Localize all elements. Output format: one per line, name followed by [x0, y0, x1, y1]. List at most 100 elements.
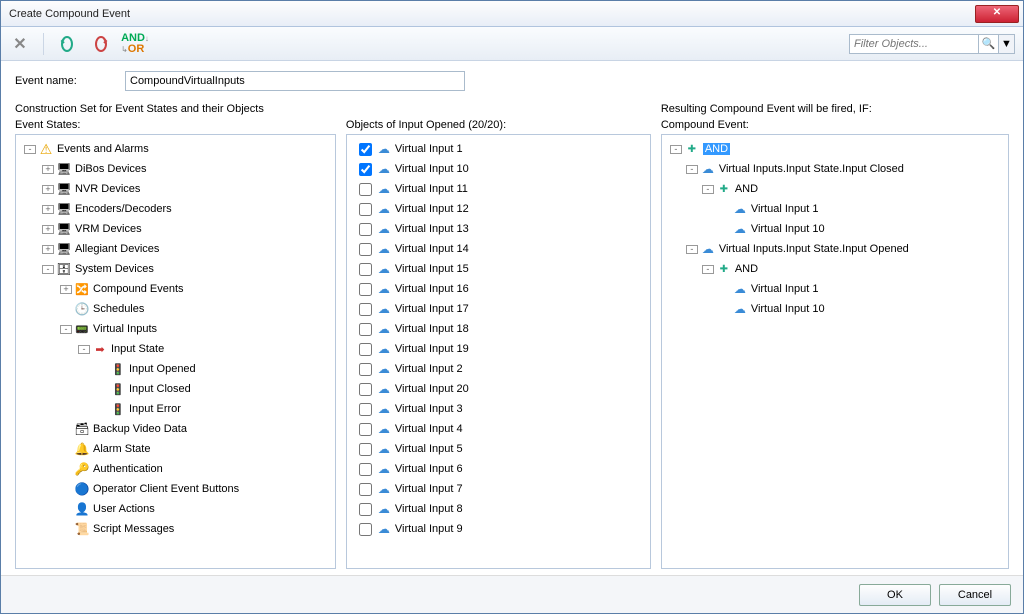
- delete-button[interactable]: ✕: [9, 33, 31, 55]
- expand-toggle[interactable]: +: [60, 285, 72, 294]
- list-item[interactable]: Virtual Input 15: [349, 259, 648, 279]
- object-checkbox[interactable]: [359, 263, 372, 276]
- compound-node[interactable]: -AND: [664, 179, 1006, 199]
- tree-node[interactable]: Operator Client Event Buttons: [18, 479, 333, 499]
- object-checkbox[interactable]: [359, 463, 372, 476]
- object-checkbox[interactable]: [359, 523, 372, 536]
- object-checkbox[interactable]: [359, 443, 372, 456]
- compound-node[interactable]: -Virtual Inputs.Input State.Input Opened: [664, 239, 1006, 259]
- expand-toggle[interactable]: -: [78, 345, 90, 354]
- tree-node[interactable]: +VRM Devices: [18, 219, 333, 239]
- compound-tree[interactable]: -AND-Virtual Inputs.Input State.Input Cl…: [661, 134, 1009, 569]
- titlebar[interactable]: Create Compound Event ✕: [1, 1, 1023, 27]
- tree-node[interactable]: Backup Video Data: [18, 419, 333, 439]
- list-item[interactable]: Virtual Input 19: [349, 339, 648, 359]
- list-item[interactable]: Virtual Input 5: [349, 439, 648, 459]
- object-checkbox[interactable]: [359, 223, 372, 236]
- tree-node[interactable]: -Input State: [18, 339, 333, 359]
- event-name-input[interactable]: [125, 71, 465, 91]
- list-item[interactable]: Virtual Input 13: [349, 219, 648, 239]
- list-item[interactable]: Virtual Input 16: [349, 279, 648, 299]
- tree-node[interactable]: Alarm State: [18, 439, 333, 459]
- expand-toggle[interactable]: -: [702, 185, 714, 194]
- expand-toggle[interactable]: +: [42, 165, 54, 174]
- object-checkbox[interactable]: [359, 283, 372, 296]
- compound-node[interactable]: -AND: [664, 139, 1006, 159]
- expand-toggle[interactable]: +: [42, 185, 54, 194]
- tree-node[interactable]: -System Devices: [18, 259, 333, 279]
- object-checkbox[interactable]: [359, 143, 372, 156]
- tree-node[interactable]: User Actions: [18, 499, 333, 519]
- filter-dropdown[interactable]: ▼: [999, 34, 1015, 54]
- expand-toggle[interactable]: -: [42, 265, 54, 274]
- object-checkbox[interactable]: [359, 363, 372, 376]
- cancel-button[interactable]: Cancel: [939, 584, 1011, 606]
- object-checkbox[interactable]: [359, 383, 372, 396]
- list-item[interactable]: Virtual Input 10: [349, 159, 648, 179]
- object-checkbox[interactable]: [359, 343, 372, 356]
- tree-node[interactable]: Input Closed: [18, 379, 333, 399]
- tree-node[interactable]: Authentication: [18, 459, 333, 479]
- object-checkbox[interactable]: [359, 503, 372, 516]
- tree-node[interactable]: +Compound Events: [18, 279, 333, 299]
- compound-node[interactable]: Virtual Input 10: [664, 219, 1006, 239]
- list-item[interactable]: Virtual Input 4: [349, 419, 648, 439]
- object-checkbox[interactable]: [359, 323, 372, 336]
- list-item[interactable]: Virtual Input 8: [349, 499, 648, 519]
- tree-node[interactable]: +Encoders/Decoders: [18, 199, 333, 219]
- cloud-icon: [376, 201, 392, 217]
- compound-node[interactable]: Virtual Input 1: [664, 199, 1006, 219]
- list-item[interactable]: Virtual Input 9: [349, 519, 648, 539]
- expand-toggle[interactable]: -: [686, 165, 698, 174]
- add-green-button[interactable]: [56, 33, 78, 55]
- list-item[interactable]: Virtual Input 6: [349, 459, 648, 479]
- expand-toggle[interactable]: +: [42, 245, 54, 254]
- tree-node[interactable]: Schedules: [18, 299, 333, 319]
- tree-node[interactable]: Input Error: [18, 399, 333, 419]
- expand-toggle[interactable]: +: [42, 225, 54, 234]
- expand-toggle[interactable]: -: [702, 265, 714, 274]
- close-button[interactable]: ✕: [975, 5, 1019, 23]
- list-item[interactable]: Virtual Input 17: [349, 299, 648, 319]
- list-item[interactable]: Virtual Input 7: [349, 479, 648, 499]
- event-states-tree[interactable]: -Events and Alarms+DiBos Devices+NVR Dev…: [15, 134, 336, 569]
- object-checkbox[interactable]: [359, 163, 372, 176]
- list-item[interactable]: Virtual Input 18: [349, 319, 648, 339]
- list-item[interactable]: Virtual Input 12: [349, 199, 648, 219]
- expand-toggle[interactable]: -: [60, 325, 72, 334]
- expand-toggle[interactable]: -: [686, 245, 698, 254]
- tree-node[interactable]: Input Opened: [18, 359, 333, 379]
- object-checkbox[interactable]: [359, 303, 372, 316]
- compound-node[interactable]: Virtual Input 1: [664, 279, 1006, 299]
- object-checkbox[interactable]: [359, 243, 372, 256]
- search-button[interactable]: 🔍: [979, 34, 999, 54]
- object-checkbox[interactable]: [359, 483, 372, 496]
- tree-node[interactable]: +Allegiant Devices: [18, 239, 333, 259]
- tree-node[interactable]: -Virtual Inputs: [18, 319, 333, 339]
- list-item[interactable]: Virtual Input 1: [349, 139, 648, 159]
- list-item[interactable]: Virtual Input 14: [349, 239, 648, 259]
- expand-toggle[interactable]: -: [24, 145, 36, 154]
- object-checkbox[interactable]: [359, 203, 372, 216]
- tree-node[interactable]: +DiBos Devices: [18, 159, 333, 179]
- tree-node[interactable]: +NVR Devices: [18, 179, 333, 199]
- expand-toggle[interactable]: -: [670, 145, 682, 154]
- list-item[interactable]: Virtual Input 3: [349, 399, 648, 419]
- compound-node[interactable]: Virtual Input 10: [664, 299, 1006, 319]
- filter-input[interactable]: [849, 34, 979, 54]
- and-or-toggle[interactable]: AND↓ ↳OR: [124, 33, 146, 55]
- list-item[interactable]: Virtual Input 20: [349, 379, 648, 399]
- expand-toggle[interactable]: +: [42, 205, 54, 214]
- compound-node[interactable]: -AND: [664, 259, 1006, 279]
- ok-button[interactable]: OK: [859, 584, 931, 606]
- objects-list[interactable]: Virtual Input 1Virtual Input 10Virtual I…: [346, 134, 651, 569]
- object-checkbox[interactable]: [359, 403, 372, 416]
- object-checkbox[interactable]: [359, 423, 372, 436]
- object-checkbox[interactable]: [359, 183, 372, 196]
- add-red-button[interactable]: [90, 33, 112, 55]
- tree-node[interactable]: -Events and Alarms: [18, 139, 333, 159]
- list-item[interactable]: Virtual Input 2: [349, 359, 648, 379]
- list-item[interactable]: Virtual Input 11: [349, 179, 648, 199]
- compound-node[interactable]: -Virtual Inputs.Input State.Input Closed: [664, 159, 1006, 179]
- tree-node[interactable]: Script Messages: [18, 519, 333, 539]
